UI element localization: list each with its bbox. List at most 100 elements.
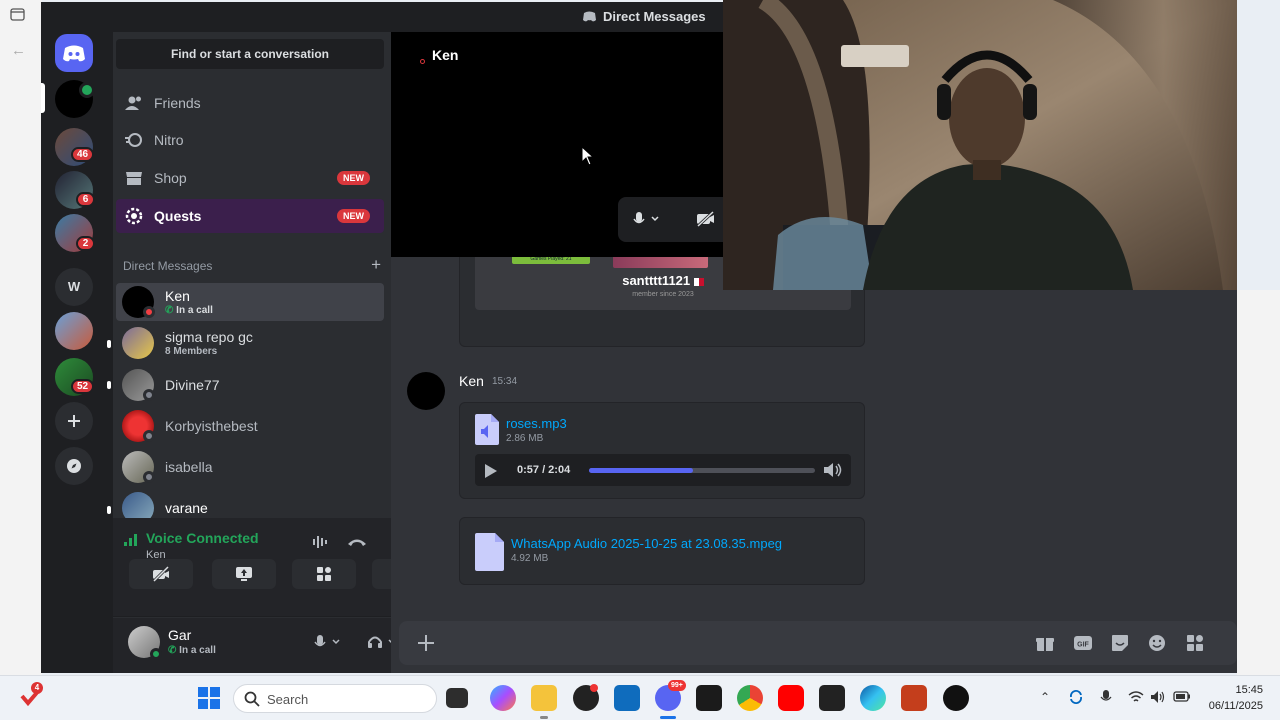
nav-label: Quests <box>154 208 202 224</box>
running-indicator <box>540 716 548 719</box>
dm-name: Divine77 <box>165 377 220 393</box>
dm-row-ken[interactable]: Ken ✆ In a call <box>116 283 384 321</box>
dm-row-isabella[interactable]: isabella <box>116 448 384 486</box>
media-player-icon[interactable] <box>943 685 969 711</box>
dm-section-header: Direct Messages <box>123 259 213 273</box>
youtube-icon[interactable] <box>778 685 804 711</box>
shop-icon <box>126 172 142 185</box>
taskbar-search[interactable]: Search <box>233 684 437 713</box>
status-offline <box>143 430 155 442</box>
message-composer[interactable]: GIF <box>399 621 1237 665</box>
webcam-image <box>723 0 1237 290</box>
search-icon <box>244 691 260 707</box>
nav-label: Friends <box>154 95 201 111</box>
emoji-icon[interactable] <box>1147 633 1167 653</box>
gif-icon[interactable]: GIF <box>1073 633 1093 653</box>
new-badge: NEW <box>337 209 370 223</box>
friends-icon <box>125 96 141 110</box>
nav-friends[interactable]: Friends <box>116 86 384 120</box>
file-explorer-icon[interactable] <box>531 685 557 711</box>
discord-home-button[interactable] <box>55 34 93 72</box>
recording-dot <box>420 59 425 64</box>
dm-row-varane[interactable]: varane <box>116 489 384 518</box>
camera-toggle-button[interactable] <box>129 559 193 589</box>
dm-name: sigma repo gc <box>165 329 253 345</box>
gift-icon[interactable] <box>1035 633 1055 653</box>
screen-share-button[interactable] <box>212 559 276 589</box>
back-arrow-icon[interactable]: ← <box>11 42 26 59</box>
edge-icon[interactable] <box>860 685 886 711</box>
nav-shop[interactable]: Shop NEW <box>116 161 384 195</box>
discover-icon[interactable] <box>55 447 93 485</box>
outlook-icon[interactable] <box>614 685 640 711</box>
nav-nitro[interactable]: Nitro <box>116 123 384 157</box>
play-icon[interactable] <box>484 463 498 479</box>
video-editor-icon[interactable] <box>819 685 845 711</box>
disconnect-icon[interactable] <box>346 535 368 547</box>
unread-dot <box>107 381 111 389</box>
activities-button[interactable] <box>292 559 356 589</box>
dm-sub: ✆ In a call <box>165 305 213 316</box>
file-icon <box>475 533 504 571</box>
add-server-icon[interactable] <box>55 402 93 440</box>
apps-icon[interactable] <box>1185 633 1205 653</box>
clock-date[interactable]: 06/11/2025 <box>1195 700 1263 712</box>
status-online <box>150 648 162 660</box>
find-conversation-button[interactable]: Find or start a conversation <box>116 39 384 69</box>
mic-icon[interactable] <box>313 634 341 650</box>
unread-dot <box>107 506 111 514</box>
clock-time[interactable]: 15:45 <box>1205 684 1263 696</box>
dm-row-korby[interactable]: Korbyisthebest <box>116 407 384 445</box>
copilot-icon[interactable] <box>490 685 516 711</box>
message-author[interactable]: Ken <box>459 373 484 389</box>
dm-name: isabella <box>165 459 213 475</box>
search-placeholder: Search <box>267 692 309 707</box>
powerpoint-icon[interactable] <box>901 685 927 711</box>
audio-progress-bar[interactable] <box>589 468 815 473</box>
dm-row-sigma[interactable]: sigma repo gc 8 Members <box>116 324 384 362</box>
server-rail: 46 6 2 W 52 <box>41 32 113 673</box>
quests-icon <box>125 207 143 225</box>
status-offline <box>143 389 155 401</box>
browser-side-strip: ← <box>0 0 42 675</box>
file-name[interactable]: WhatsApp Audio 2025-10-25 at 23.08.35.mp… <box>511 536 782 551</box>
unread-badge: 46 <box>71 147 95 162</box>
tab-view-icon[interactable] <box>10 8 26 22</box>
sticker-icon[interactable] <box>1110 633 1130 653</box>
active-indicator <box>660 716 676 719</box>
nitro-icon <box>125 133 142 147</box>
tray-overflow-icon[interactable]: ⌃ <box>1040 690 1050 704</box>
avatar <box>122 492 154 518</box>
user-status: ✆ In a call <box>168 645 216 656</box>
wall-air-conditioner <box>841 45 909 67</box>
dm-row-divine77[interactable]: Divine77 <box>116 366 384 404</box>
audio-file-name[interactable]: roses.mp3 <box>506 416 567 431</box>
audio-app-icon[interactable] <box>696 685 722 711</box>
battery-icon[interactable] <box>1173 691 1191 702</box>
volume-icon[interactable] <box>823 462 843 478</box>
message-timestamp: 15:34 <box>492 376 518 387</box>
volume-tray-icon[interactable] <box>1150 690 1166 704</box>
sync-icon[interactable] <box>1068 689 1084 705</box>
server-avatar-4[interactable] <box>55 312 93 350</box>
server-letter-w[interactable]: W <box>55 268 93 306</box>
create-dm-plus-icon[interactable]: + <box>371 256 381 273</box>
nav-quests[interactable]: Quests NEW <box>116 199 384 233</box>
task-view-icon[interactable] <box>446 688 468 708</box>
call-mic-icon[interactable] <box>632 211 660 227</box>
noise-suppression-icon[interactable] <box>312 534 330 550</box>
windows-start-icon[interactable] <box>198 687 220 709</box>
wifi-icon[interactable] <box>1128 690 1144 704</box>
tray-mic-icon[interactable] <box>1100 689 1112 705</box>
audio-file-size: 2.86 MB <box>506 433 544 444</box>
audio-time: 0:57 / 2:04 <box>517 464 571 476</box>
attach-plus-icon[interactable] <box>417 634 435 652</box>
chrome-icon[interactable] <box>737 685 763 711</box>
status-offline <box>143 471 155 483</box>
dm-name: Ken <box>165 288 190 304</box>
window-title: Direct Messages <box>603 9 706 24</box>
voice-status: Voice Connected <box>146 530 259 546</box>
author-avatar[interactable] <box>407 372 445 410</box>
activities-icon <box>317 567 331 581</box>
signal-icon <box>123 531 141 547</box>
